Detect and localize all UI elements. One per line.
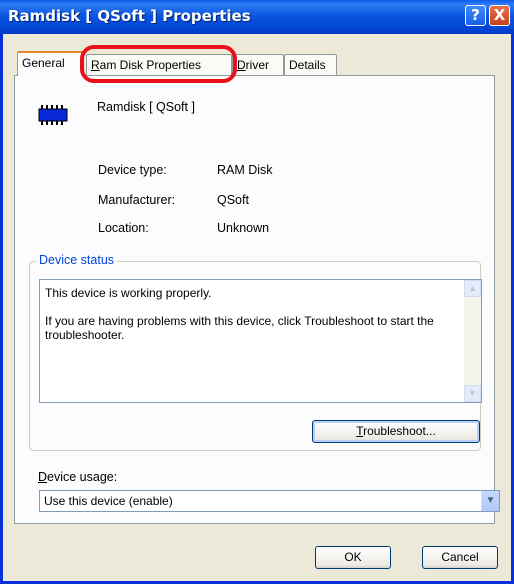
status-line-1: This device is working properly. bbox=[45, 286, 212, 300]
tab-general-label: General bbox=[22, 56, 65, 70]
tab-details[interactable]: Details bbox=[284, 54, 337, 75]
device-status-title: Device status bbox=[36, 253, 118, 267]
scroll-up-icon[interactable]: ▲ bbox=[464, 280, 481, 297]
manufacturer-label: Manufacturer: bbox=[98, 193, 176, 207]
device-type-value: RAM Disk bbox=[217, 163, 273, 177]
tab-general[interactable]: General bbox=[17, 51, 83, 76]
device-type-label: Device type: bbox=[98, 163, 167, 177]
location-label: Location: bbox=[98, 221, 149, 235]
status-scrollbar[interactable]: ▲ ▼ bbox=[464, 280, 481, 402]
cancel-button[interactable]: Cancel bbox=[422, 546, 498, 569]
tab-driver-label: river bbox=[245, 58, 270, 72]
status-text: This device is working properly. If you … bbox=[45, 286, 460, 342]
usage-mnemonic: D bbox=[38, 470, 48, 484]
window-title: Ramdisk [ QSoft ] Properties bbox=[8, 7, 251, 25]
scroll-down-icon[interactable]: ▼ bbox=[464, 385, 481, 402]
close-button[interactable]: X bbox=[489, 5, 510, 26]
device-usage-label: Device usage: bbox=[38, 470, 117, 484]
status-line-2: If you are having problems with this dev… bbox=[45, 314, 434, 342]
tab-driver[interactable]: Driver bbox=[232, 54, 284, 75]
highlight-ring bbox=[80, 45, 237, 83]
troubleshoot-button[interactable]: Troubleshoot... bbox=[312, 420, 480, 443]
ram-chip-icon bbox=[38, 105, 68, 125]
title-bar[interactable]: Ramdisk [ QSoft ] Properties ? X bbox=[0, 0, 514, 34]
help-button[interactable]: ? bbox=[465, 5, 486, 26]
chevron-down-icon[interactable]: ▼ bbox=[481, 491, 499, 511]
device-name: Ramdisk [ QSoft ] bbox=[97, 100, 195, 114]
usage-label-text: evice usage: bbox=[47, 470, 118, 484]
manufacturer-value: QSoft bbox=[217, 193, 249, 207]
ok-button[interactable]: OK bbox=[315, 546, 391, 569]
device-status-textbox[interactable]: This device is working properly. If you … bbox=[39, 279, 482, 403]
device-usage-select[interactable]: Use this device (enable) ▼ bbox=[39, 490, 500, 512]
tab-mnemonic: D bbox=[237, 58, 246, 72]
device-usage-value: Use this device (enable) bbox=[44, 494, 173, 508]
tab-details-label: Details bbox=[289, 58, 326, 72]
location-value: Unknown bbox=[217, 221, 270, 235]
troubleshoot-label: roubleshoot... bbox=[363, 424, 436, 438]
